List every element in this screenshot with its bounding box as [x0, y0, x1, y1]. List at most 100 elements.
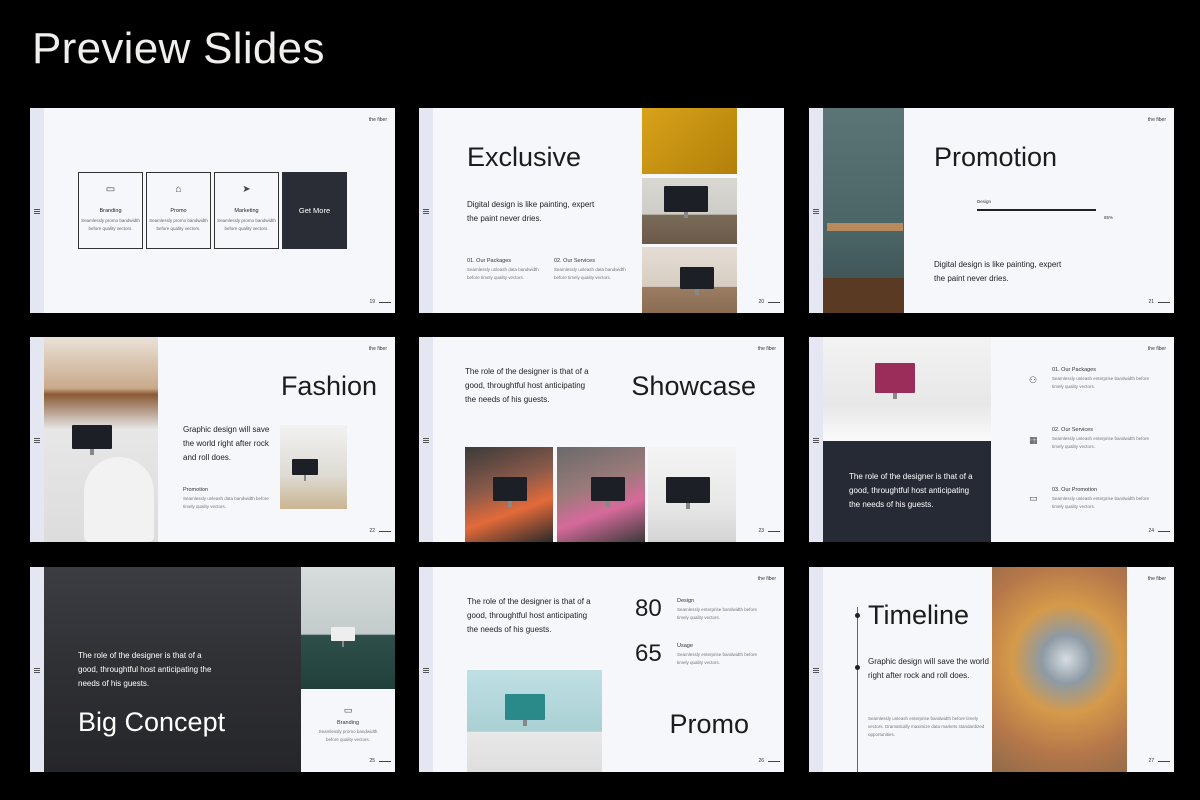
get-more-button[interactable]: Get More: [282, 172, 347, 249]
slide-text: The role of the designer is that of a go…: [465, 367, 589, 404]
slide-sidebar: [419, 337, 433, 542]
stat-design: 80 Design Seamlessly enterprise bandwidt…: [635, 595, 775, 635]
slide-sidebar: [30, 337, 44, 542]
menu-icon: [34, 437, 40, 443]
slide-27[interactable]: the fiber Timeline Graphic design will s…: [809, 567, 1174, 772]
photo-headphones: [992, 567, 1127, 772]
monitor-shape: [505, 694, 545, 726]
stat-desc: Seamlessly enterprise bandwidth before t…: [677, 652, 758, 665]
timeline-line: [857, 607, 858, 772]
item-promotion: 03. Our Promotion Seamlessly unleash ent…: [1052, 487, 1152, 511]
photo-teal-wall: [823, 108, 904, 313]
item-title: 02. Our Services: [554, 258, 595, 264]
photo-white-setup: [648, 447, 736, 542]
monitor-shape: [591, 477, 625, 507]
slide-25[interactable]: The role of the designer is that of a go…: [30, 567, 395, 772]
page-line: [768, 531, 780, 532]
page-number: 23: [758, 528, 764, 534]
paper-plane-icon: ➤: [242, 184, 251, 195]
menu-icon: [813, 208, 819, 214]
chair-shape: [84, 457, 154, 542]
slide-sidebar: [30, 567, 44, 772]
slide-text: Graphic design will save the world right…: [868, 657, 989, 680]
card-desc: Seamlessly promo bandwidth before qualit…: [217, 218, 276, 231]
promotion-block: Promotion Seamlessly unleash data bandwi…: [183, 487, 273, 511]
monitor-shape: [666, 477, 710, 509]
stat-label: Usage: [677, 643, 693, 649]
slide-23[interactable]: the fiber The role of the designer is th…: [419, 337, 784, 542]
card-promo: ⌂ Promo Seamlessly promo bandwidth befor…: [146, 172, 211, 249]
item-title: 01. Our Packages: [1052, 367, 1097, 373]
item-desc: Seamlessly unleash data bandwidth before…: [554, 267, 626, 280]
calendar-icon: ▦: [1029, 435, 1038, 445]
slide-sidebar: [809, 337, 823, 542]
page-number: 24: [1148, 528, 1154, 534]
menu-icon: [34, 208, 40, 214]
item-desc: Seamlessly unleash enterprise bandwidth …: [1052, 436, 1150, 449]
slide-title: Promo: [669, 709, 749, 739]
slide-text: The role of the designer is that of a go…: [78, 651, 212, 688]
page-title: Preview Slides: [32, 24, 325, 73]
item-desc: Seamlessly unleash enterprise bandwidth …: [1052, 376, 1150, 389]
page-number: 19: [369, 299, 375, 305]
item-packages: 01. Our Packages Seamlessly unleash data…: [467, 258, 549, 282]
card-title: Branding: [99, 208, 122, 214]
slide-21[interactable]: the fiber Promotion Design 85% Digital d…: [809, 108, 1174, 313]
slide-sidebar: [809, 567, 823, 772]
page-number: 20: [758, 299, 764, 305]
slide-title: Showcase: [631, 371, 756, 401]
laptop-shape: [292, 459, 318, 481]
item-desc: Seamlessly unleash enterprise bandwidth …: [1052, 496, 1150, 509]
menu-icon: [423, 667, 429, 673]
slide-sidebar: [809, 108, 823, 313]
page-line: [379, 302, 391, 303]
photo-white-chair: [44, 337, 158, 542]
menu-icon: [34, 667, 40, 673]
slide-text: The role of the designer is that of a go…: [849, 472, 973, 509]
page-number: 25: [369, 758, 375, 764]
timeline-dot: [855, 665, 860, 670]
stat-info: Design Seamlessly enterprise bandwidth b…: [677, 598, 763, 622]
item-desc: Seamlessly unleash data bandwidth before…: [467, 267, 539, 280]
page-line: [1158, 302, 1170, 303]
card-title: Marketing: [234, 208, 259, 214]
stat-value: 65: [635, 640, 662, 667]
floor-shape: [823, 278, 904, 313]
menu-icon: [813, 667, 819, 673]
slide-sidebar: [30, 108, 44, 313]
photo-neon-setup-pink: [557, 447, 645, 542]
menu-icon: [813, 437, 819, 443]
brand-label: the fiber: [368, 117, 387, 123]
page-line: [1158, 761, 1170, 762]
brand-label: the fiber: [1147, 346, 1166, 352]
photo-room-desk: [301, 567, 395, 689]
people-icon: ⚇: [1029, 375, 1038, 385]
page-number: 27: [1148, 758, 1154, 764]
folder-icon: ▭: [105, 184, 116, 195]
page-number: 22: [369, 528, 375, 534]
brand-label: the fiber: [1147, 576, 1166, 582]
slide-text: The role of the designer is that of a go…: [467, 597, 591, 634]
monitor-shape: [664, 186, 708, 218]
gift-icon: ⌂: [175, 184, 182, 195]
page-number: 26: [758, 758, 764, 764]
card-title: Promo: [170, 208, 187, 214]
brand-label: the fiber: [1147, 117, 1166, 123]
photo-imac-desk: [823, 337, 991, 441]
slide-19[interactable]: the fiber ▭ Branding Seamlessly promo ba…: [30, 108, 395, 313]
slide-24[interactable]: The role of the designer is that of a go…: [809, 337, 1174, 542]
timeline-dot: [855, 613, 860, 618]
slide-20[interactable]: Exclusive Digital design is like paintin…: [419, 108, 784, 313]
slide-text: Digital design is like painting, expert …: [934, 260, 1062, 283]
card-marketing: ➤ Marketing Seamlessly promo bandwidth b…: [214, 172, 279, 249]
card-desc: Seamlessly promo bandwidth before qualit…: [149, 218, 208, 231]
slide-26[interactable]: the fiber The role of the designer is th…: [419, 567, 784, 772]
laptop-shape: [331, 627, 355, 647]
stat-value: 80: [635, 595, 662, 622]
item-services: 02. Our Services Seamlessly unleash data…: [554, 258, 636, 282]
slide-title: Fashion: [280, 371, 377, 401]
timeline-desc: Seamlessly unleash enterprise bandwidth …: [868, 716, 985, 737]
laptop-shape: [72, 425, 112, 455]
slide-22[interactable]: the fiber Fashion Graphic design will sa…: [30, 337, 395, 542]
slide-text: Graphic design will save the world right…: [183, 425, 270, 462]
